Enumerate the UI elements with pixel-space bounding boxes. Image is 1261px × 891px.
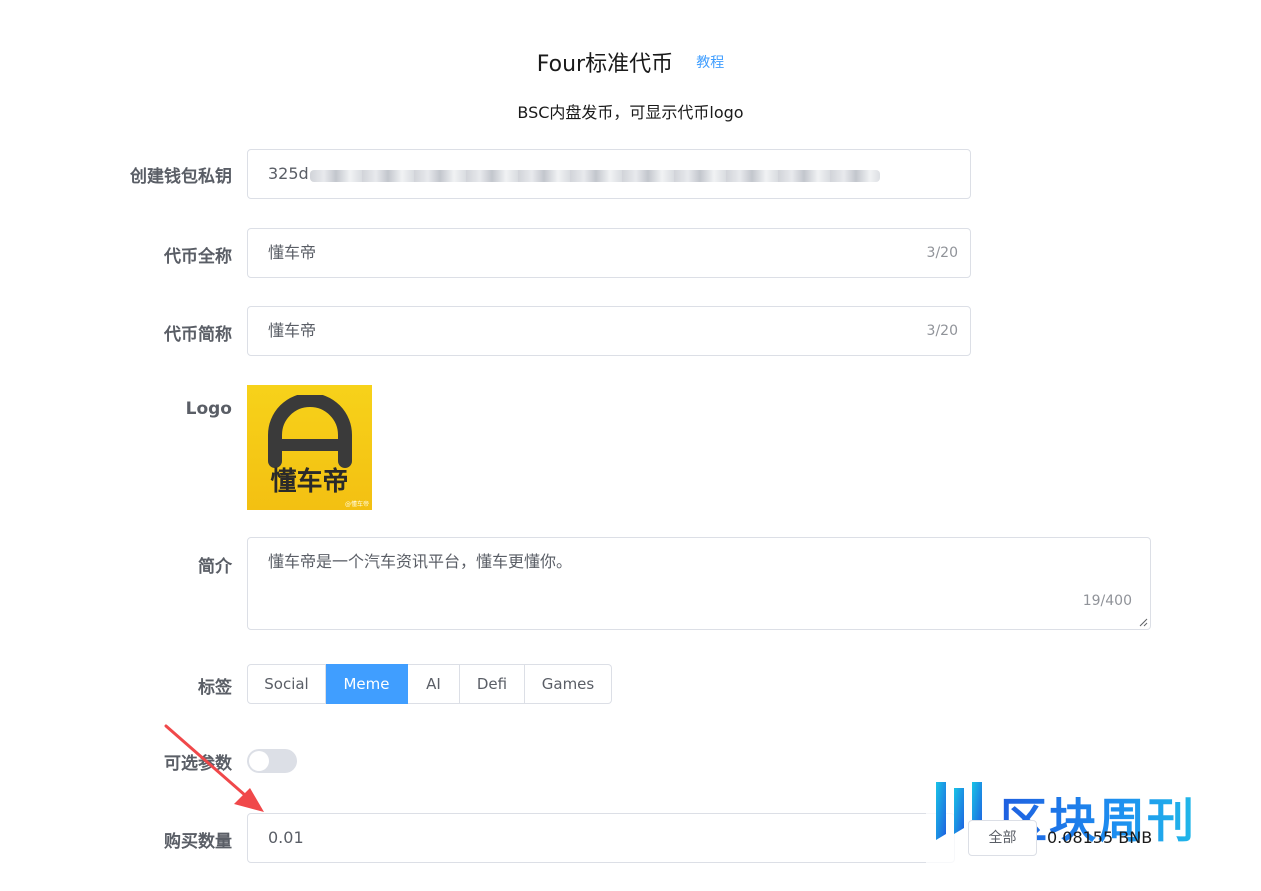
token-name-label: 代币全称 [164,247,232,267]
page-title: Four标准代币 [536,52,674,77]
logo-upload[interactable]: 懂车帝 @懂车帝 [247,385,372,510]
token-symbol-value: 懂车帝 [268,321,317,340]
private-key-value: 325d [268,164,309,183]
tutorial-link[interactable]: 教程 [696,55,724,71]
token-symbol-count: 3/20 [926,323,958,339]
steering-wheel-icon [268,395,352,468]
page-subtitle: BSC内盘发币，可显示代币logo [517,103,744,122]
description-textarea[interactable]: 懂车帝是一个汽车资讯平台，懂车更懂你。 19/400 [247,537,1151,630]
logo-image-text: 懂车帝 [270,467,349,497]
redacted-blur [310,170,880,182]
description-count: 19/400 [1082,593,1132,609]
annotation-arrow-icon [164,724,264,812]
logo-label: Logo [185,399,232,419]
token-name-input[interactable]: 懂车帝 3/20 [247,228,971,278]
tag-group: Social Meme AI Defi Games [247,664,612,704]
balance-text: 0.08155 BNB [1047,828,1153,847]
description-value: 懂车帝是一个汽车资讯平台，懂车更懂你。 [268,552,573,571]
tag-defi[interactable]: Defi [460,664,525,704]
buy-amount-input[interactable]: 0.01 [247,813,955,863]
tag-ai[interactable]: AI [408,664,460,704]
tag-social[interactable]: Social [247,664,326,704]
buy-amount-value: 0.01 [268,828,304,847]
private-key-label: 创建钱包私钥 [130,167,232,187]
token-name-value: 懂车帝 [268,243,317,262]
token-symbol-label: 代币简称 [164,325,232,345]
resize-handle-icon[interactable] [1139,618,1148,627]
tag-games[interactable]: Games [525,664,612,704]
tags-label: 标签 [198,678,232,698]
private-key-input[interactable]: 325d [247,149,971,199]
buy-amount-label: 购买数量 [164,832,232,852]
tag-meme[interactable]: Meme [326,664,408,704]
all-button[interactable]: 全部 [968,820,1037,856]
logo-image-watermark: @懂车帝 [344,501,369,508]
description-label: 简介 [198,557,232,577]
token-symbol-input[interactable]: 懂车帝 3/20 [247,306,971,356]
token-name-count: 3/20 [926,245,958,261]
